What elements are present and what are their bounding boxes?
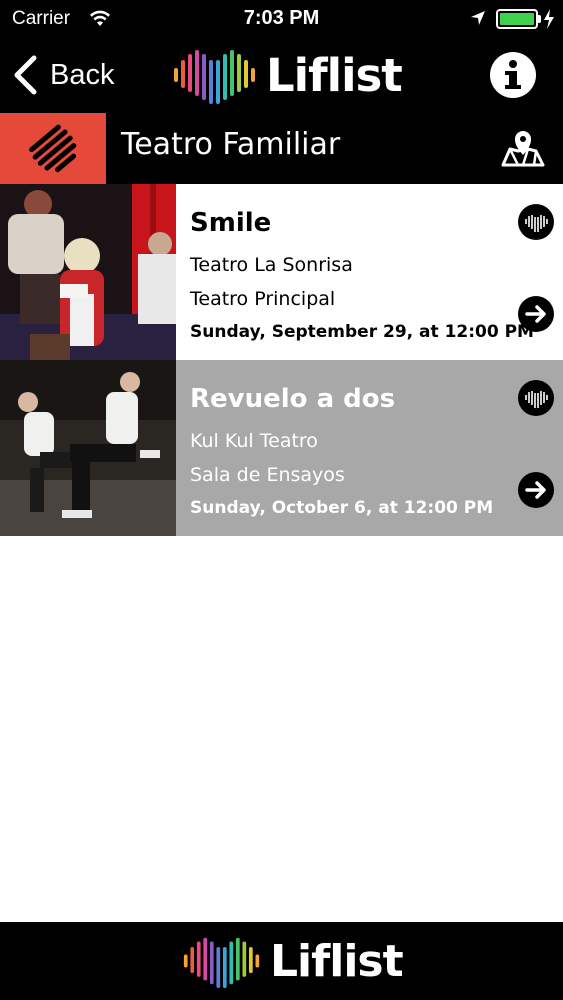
- liflist-heart-logo-icon: [183, 937, 260, 988]
- favorite-heart-icon[interactable]: [518, 204, 554, 240]
- arrow-right-icon[interactable]: [518, 296, 554, 332]
- category-header: Teatro Familiar: [0, 113, 563, 184]
- event-title: Revuelo a dos: [190, 384, 396, 414]
- event-photo: [0, 360, 176, 536]
- event-company: Kul Kul Teatro: [190, 430, 318, 452]
- info-button[interactable]: [490, 52, 536, 98]
- event-list-item[interactable]: Revuelo a dos Kul Kul Teatro Sala de Ens…: [0, 360, 563, 536]
- arrow-right-icon[interactable]: [518, 472, 554, 508]
- category-icon-badge: [0, 113, 106, 184]
- map-icon[interactable]: [500, 127, 546, 169]
- charging-bolt-icon: [544, 9, 554, 29]
- event-venue: Sala de Ensayos: [190, 464, 345, 486]
- event-date: Sunday, October 6, at 12:00 PM: [190, 498, 494, 518]
- battery-icon: [496, 9, 538, 29]
- status-bar: Carrier 7:03 PM: [0, 0, 563, 38]
- event-photo: [0, 184, 176, 360]
- navigation-bar: Back Liflist: [0, 38, 563, 113]
- event-photo-image: [0, 184, 176, 360]
- theater-category-icon: [29, 124, 77, 173]
- event-photo-image: [0, 360, 176, 536]
- liflist-heart-logo-icon: [174, 50, 255, 104]
- footer-bar: Liflist: [0, 922, 563, 1000]
- back-label: Back: [50, 58, 115, 91]
- event-company: Teatro La Sonrisa: [190, 254, 353, 276]
- event-date: Sunday, September 29, at 12:00 PM: [190, 322, 534, 342]
- back-button[interactable]: Back: [12, 54, 114, 96]
- footer-wordmark: Liflist: [270, 935, 404, 987]
- info-icon: [505, 60, 521, 89]
- event-list-item[interactable]: Smile Teatro La Sonrisa Teatro Principal…: [0, 184, 563, 360]
- favorite-heart-icon[interactable]: [518, 380, 554, 416]
- event-venue: Teatro Principal: [190, 288, 336, 310]
- liflist-logo: Liflist: [172, 42, 403, 108]
- event-title: Smile: [190, 208, 272, 238]
- liflist-wordmark: Liflist: [266, 48, 403, 102]
- category-title: Teatro Familiar: [121, 127, 341, 162]
- footer-logo: Liflist: [182, 928, 404, 994]
- chevron-left-icon: [14, 55, 37, 95]
- location-arrow-icon: [471, 11, 485, 25]
